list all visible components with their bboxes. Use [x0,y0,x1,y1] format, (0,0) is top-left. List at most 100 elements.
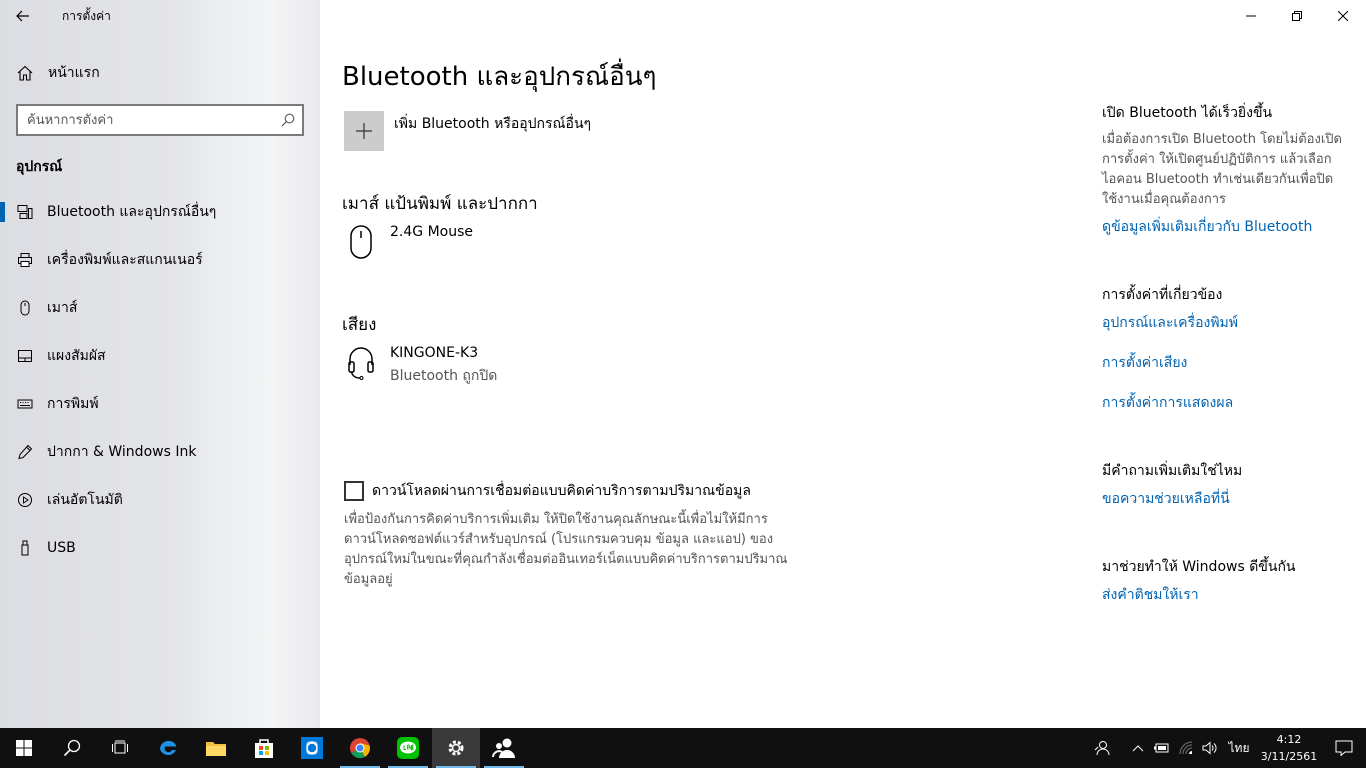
search-input[interactable] [18,112,274,128]
people-tray-icon [1094,741,1110,756]
clock-time: 4:12 [1276,733,1302,746]
sidebar-item-usb[interactable]: USB [0,524,320,572]
chrome-app-button[interactable] [336,728,384,768]
back-button[interactable] [0,0,46,32]
bluetooth-devices-icon [16,203,34,221]
task-view-button[interactable] [96,728,144,768]
sidebar-item-bluetooth[interactable]: Bluetooth และอุปกรณ์อื่นๆ [0,188,320,236]
windows-logo-icon [16,740,32,756]
volume-button[interactable] [1198,728,1222,768]
device-name: 2.4G Mouse [390,224,473,240]
related-settings-heading: การตั้งค่าที่เกี่ยวข้อง [1102,287,1223,303]
edge-app-button[interactable] [144,728,192,768]
close-icon [1338,11,1348,21]
restore-icon [1292,11,1302,21]
add-tile [344,111,384,151]
clock-date: 3/11/2561 [1260,750,1318,763]
show-hidden-icons-button[interactable] [1126,728,1150,768]
store-app-button[interactable] [240,728,288,768]
home-nav[interactable]: หน้าแรก [0,56,320,90]
chrome-browser-icon [350,738,370,759]
sidebar-item-typing[interactable]: การพิมพ์ [0,380,320,428]
folder-icon [206,742,226,756]
taskbar: ไทย 4:12 3/11/2561 [0,728,1366,768]
settings-app-button[interactable] [432,728,480,768]
restore-button[interactable] [1274,0,1320,32]
sidebar-item-printers[interactable]: เครื่องพิมพ์และสแกนเนอร์ [0,236,320,284]
minimize-icon [1246,15,1256,17]
learn-more-bluetooth-link[interactable]: ดูข้อมูลเพิ่มเติมเกี่ยวกับ Bluetooth [1102,216,1312,238]
keyboard-icon [16,395,34,413]
sidebar: การตั้งค่า หน้าแรก อุปกรณ์ Bluetooth และ… [0,0,320,728]
sound-settings-link[interactable]: การตั้งค่าเสียง [1102,352,1187,374]
feedback-heading: มาช่วยทำให้ Windows ดีขึ้นกัน [1102,559,1296,575]
file-explorer-button[interactable] [192,728,240,768]
printer-icon [16,251,34,269]
plus-icon [356,123,372,139]
sidebar-item-label: การพิมพ์ [47,396,99,412]
people-app-button[interactable] [480,728,528,768]
sidebar-item-label: ปากกา & Windows Ink [47,444,197,460]
search-icon [63,739,81,757]
battery-icon [1154,743,1169,753]
device-name: KINGONE-K3 [390,345,479,361]
sidebar-item-label: USB [47,540,76,556]
home-label: หน้าแรก [48,65,100,81]
store-bag-icon [255,739,273,758]
devices-printers-link[interactable]: อุปกรณ์และเครื่องพิมพ์ [1102,312,1238,334]
section-heading-audio: เสียง [342,315,377,335]
action-center-button[interactable] [1322,728,1366,768]
sidebar-item-label: เล่นอัตโนมัติ [47,492,123,508]
people-icon [492,738,515,758]
input-language[interactable]: ไทย [1222,739,1256,758]
chevron-up-icon [1132,745,1144,752]
network-button[interactable] [1174,728,1198,768]
line-app-button[interactable] [384,728,432,768]
metered-download-description: เพื่อป้องกันการคิดค่าบริการเพิ่มเติม ให้… [344,512,788,587]
wifi-icon [1179,741,1193,755]
mouse-icon [346,224,376,264]
add-device-label: เพิ่ม Bluetooth หรืออุปกรณ์อื่นๆ [394,116,592,132]
usb-icon [16,539,34,557]
gear-icon [448,740,464,756]
start-button[interactable] [0,728,48,768]
quick-bluetooth-heading: เปิด Bluetooth ได้เร็วยิ่งขึ้น [1102,105,1273,121]
device-headset[interactable]: KINGONE-K3 Bluetooth ถูกปิด [346,345,497,387]
camera-app-button[interactable] [288,728,336,768]
mouse-icon [16,299,34,317]
battery-button[interactable] [1150,728,1174,768]
people-tray-button[interactable] [1090,728,1114,768]
metered-download-checkbox[interactable] [344,481,364,501]
metered-download-label: ดาวน์โหลดผ่านการเชื่อมต่อแบบคิดค่าบริการ… [372,483,751,499]
sidebar-item-pen[interactable]: ปากกา & Windows Ink [0,428,320,476]
search-icon[interactable] [274,113,302,127]
close-button[interactable] [1320,0,1366,32]
metered-download-checkbox-row[interactable]: ดาวน์โหลดผ่านการเชื่อมต่อแบบคิดค่าบริการ… [344,480,751,502]
sidebar-item-mouse[interactable]: เมาส์ [0,284,320,332]
sidebar-item-autoplay[interactable]: เล่นอัตโนมัติ [0,476,320,524]
touchpad-icon [16,347,34,365]
minimize-button[interactable] [1228,0,1274,32]
add-device-button[interactable]: เพิ่ม Bluetooth หรืออุปกรณ์อื่นๆ [344,111,591,151]
sidebar-item-label: แผงสัมผัส [47,348,106,364]
page-title: Bluetooth และอุปกรณ์อื่นๆ [342,62,657,92]
speaker-icon [1202,741,1217,755]
titlebar: การตั้งค่า [0,0,111,32]
line-chat-icon [397,737,419,759]
sidebar-item-touchpad[interactable]: แผงสัมผัส [0,332,320,380]
device-mouse[interactable]: 2.4G Mouse [346,224,473,264]
sidebar-item-label: เครื่องพิมพ์และสแกนเนอร์ [47,252,203,268]
search-box[interactable] [16,104,304,136]
notification-icon [1335,740,1353,756]
give-feedback-link[interactable]: ส่งคำติชมให้เรา [1102,584,1199,606]
search-taskbar-button[interactable] [48,728,96,768]
sidebar-section-title: อุปกรณ์ [16,159,63,175]
get-help-link[interactable]: ขอความช่วยเหลือที่นี่ [1102,488,1230,510]
section-heading-input: เมาส์ แป้นพิมพ์ และปากกา [342,194,538,214]
clock[interactable]: 4:12 3/11/2561 [1256,731,1322,765]
display-settings-link[interactable]: การตั้งค่าการแสดงผล [1102,392,1233,414]
back-arrow-icon [16,10,29,22]
sidebar-nav: Bluetooth และอุปกรณ์อื่นๆ เครื่องพิมพ์แล… [0,188,320,572]
device-status: Bluetooth ถูกปิด [390,368,498,384]
window-controls [1228,0,1366,32]
